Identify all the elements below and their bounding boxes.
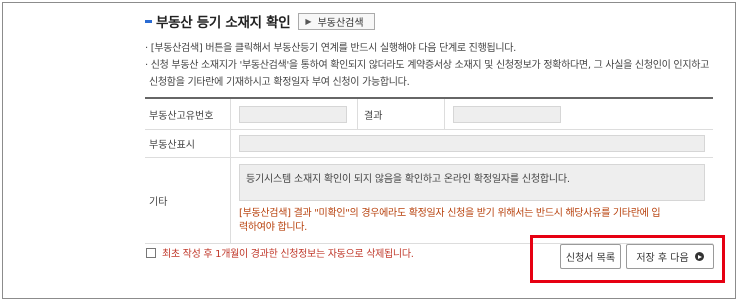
property-form: 부동산고유번호 결과 부동산표시 기타 등기시스템 소재지 확인이 되지 않음을…	[145, 97, 713, 244]
save-next-button[interactable]: 저장 후 다음	[626, 244, 714, 269]
notice-checkbox[interactable]	[146, 247, 156, 258]
display-label: 부동산표시	[145, 130, 231, 157]
title-row: 부동산 등기 소재지 확인 ▶ 부동산검색	[145, 8, 715, 34]
section-title: 부동산 등기 소재지 확인	[156, 15, 291, 31]
property-search-button[interactable]: ▶ 부동산검색	[298, 12, 375, 30]
application-list-label: 신청서 목록	[565, 253, 616, 264]
title-bullet-icon	[145, 20, 152, 23]
play-circle-icon	[694, 252, 704, 261]
note-line: · [부동산검색] 버튼을 클릭해서 부동산등기 연계를 반드시 실행해야 다음…	[145, 43, 517, 54]
auto-delete-text: 최초 작성 후 1개월이 경과한 신청정보는 자동으로 삭제됩니다.	[162, 249, 414, 260]
note-line: · 신청 부동산 소재지가 '부동산검색'을 통하여 확인되지 않더라도 계약증…	[145, 60, 710, 71]
etc-warning-line: 력하여야 합니다.	[239, 222, 308, 233]
unique-no-field[interactable]	[239, 105, 347, 123]
application-list-button[interactable]: 신청서 목록	[560, 244, 621, 269]
notes-list: · [부동산검색] 버튼을 클릭해서 부동산등기 연계를 반드시 실행해야 다음…	[145, 40, 715, 91]
form-row-display: 부동산표시	[145, 130, 713, 158]
etc-label: 기타	[145, 158, 231, 243]
arrow-right-icon: ▶	[305, 16, 312, 26]
save-next-label: 저장 후 다음	[636, 253, 689, 264]
property-display-field[interactable]	[239, 135, 705, 152]
result-label: 결과	[357, 99, 445, 129]
form-row-etc: 기타 등기시스템 소재지 확인이 되지 않음을 확인하고 온라인 확정일자를 신…	[145, 158, 713, 244]
note-line: 신청함을 기타란에 기재하시고 확정일자 부여 신청이 가능합니다.	[149, 77, 410, 88]
etc-textarea[interactable]: 등기시스템 소재지 확인이 되지 않음을 확인하고 온라인 확정일자를 신청합니…	[239, 164, 705, 201]
etc-warning-line: [부동산검색] 결과 "미확인"의 경우에라도 확정일자 신청을 받기 위해서는…	[239, 208, 661, 219]
result-field[interactable]	[453, 105, 561, 123]
section-header: 부동산 등기 소재지 확인 ▶ 부동산검색 · [부동산검색] 버튼을 클릭해서…	[145, 8, 715, 91]
unique-no-label: 부동산고유번호	[145, 99, 231, 129]
form-row-unique-no: 부동산고유번호 결과	[145, 99, 713, 130]
etc-warning: [부동산검색] 결과 "미확인"의 경우에라도 확정일자 신청을 받기 위해서는…	[239, 207, 705, 235]
auto-delete-notice: 최초 작성 후 1개월이 경과한 신청정보는 자동으로 삭제됩니다.	[146, 245, 414, 260]
property-search-label: 부동산검색	[317, 17, 364, 29]
